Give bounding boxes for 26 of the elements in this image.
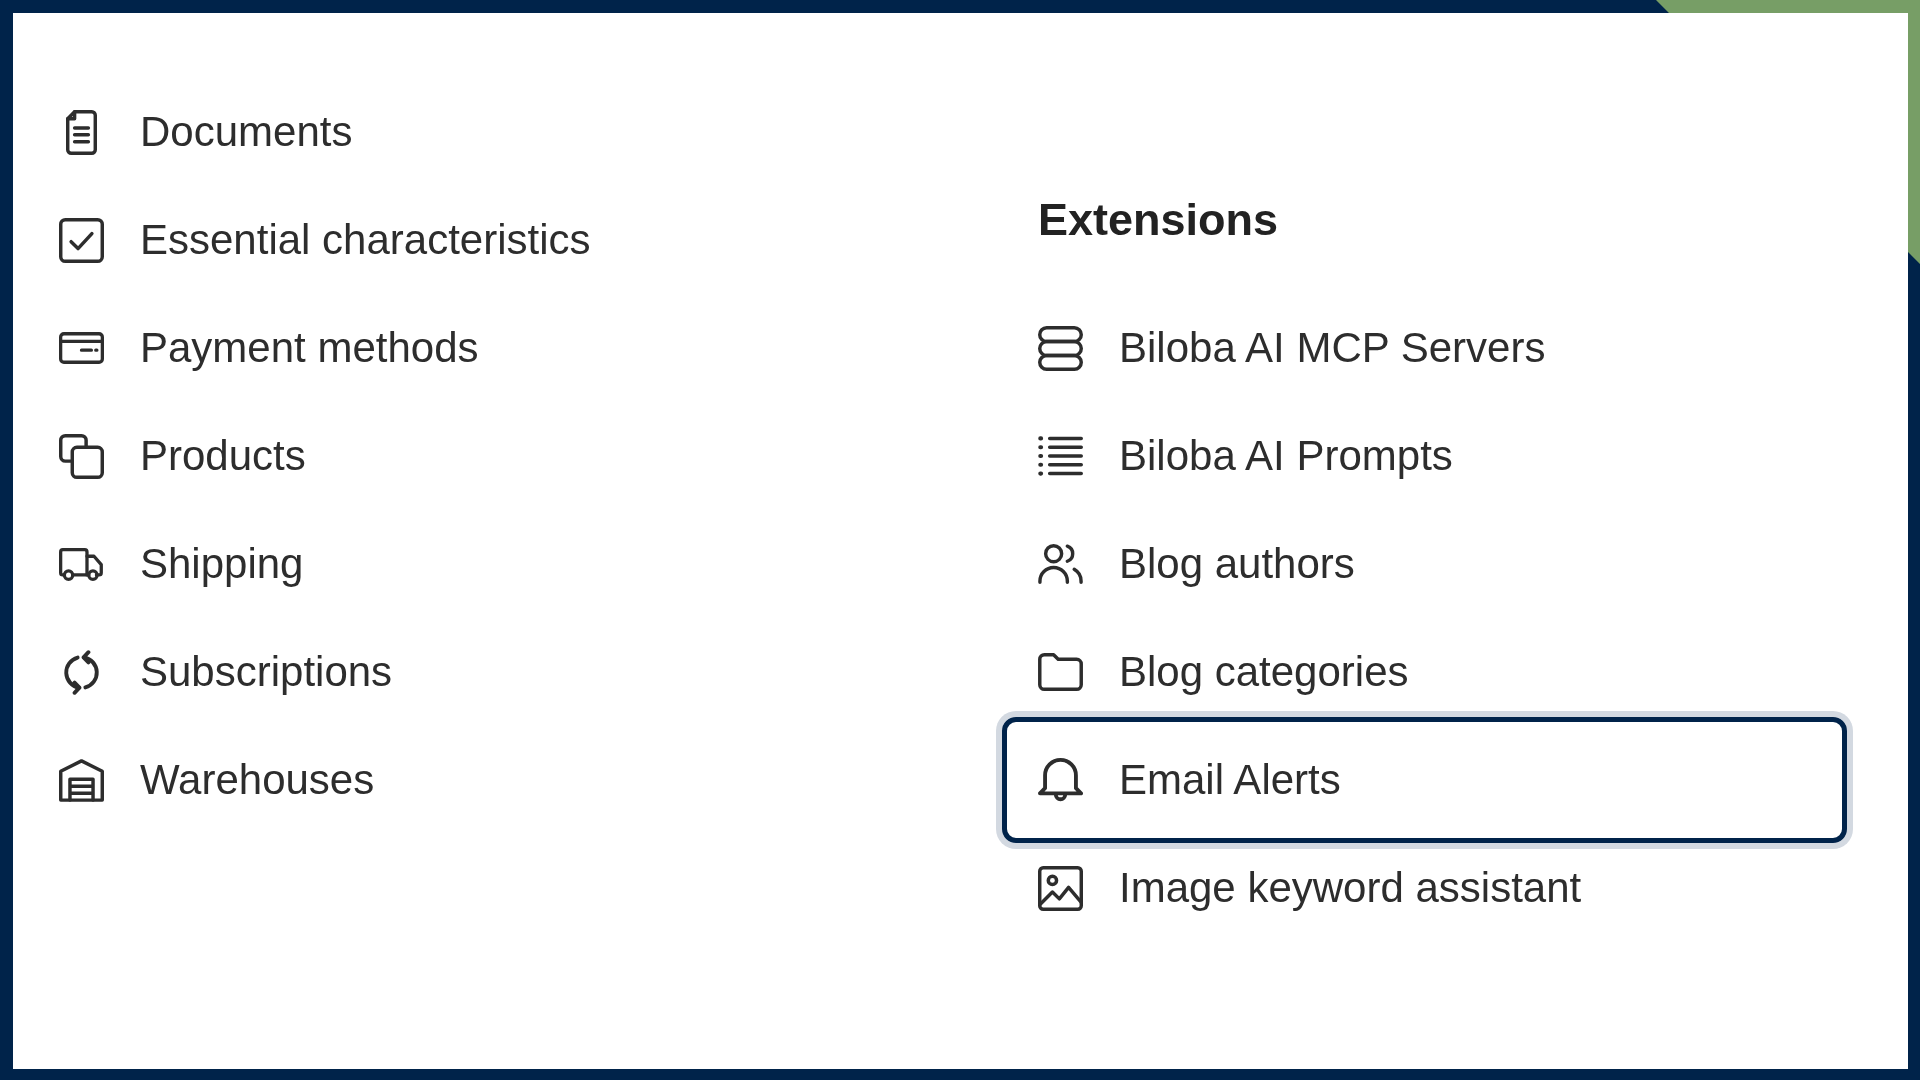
extension-link[interactable]: Blog authors [1002, 525, 1847, 603]
extension-link[interactable]: Blog categories [1002, 633, 1847, 711]
list-icon [1038, 436, 1083, 476]
users-icon [1038, 544, 1083, 584]
folder-icon [1038, 653, 1083, 691]
checkbox-icon [59, 217, 104, 263]
menu-link[interactable]: Warehouses [23, 741, 400, 819]
menu-link[interactable]: Shipping [23, 525, 329, 603]
extension-link[interactable]: Biloba AI MCP Servers [1002, 309, 1847, 387]
section-heading: Extensions [1037, 193, 1280, 247]
menu-link[interactable]: Subscriptions [23, 633, 418, 711]
menu-link[interactable]: Payment methods [23, 309, 504, 387]
credit-card-icon [59, 332, 104, 364]
document-icon [66, 109, 97, 155]
menu-link[interactable]: Products [23, 417, 331, 495]
image-icon [1038, 865, 1083, 911]
refresh-icon [64, 649, 99, 695]
menu-link[interactable]: Essential characteristics [23, 201, 616, 279]
extension-link[interactable]: Biloba AI Prompts [1002, 417, 1847, 495]
warehouse-icon [59, 758, 104, 802]
truck-icon [59, 547, 104, 581]
extension-link[interactable]: Image keyword assistant [1002, 849, 1847, 927]
copy-icon [59, 433, 104, 479]
menu-link[interactable]: Documents [23, 93, 378, 171]
database-icon [1038, 325, 1083, 371]
bell-icon [1038, 757, 1083, 803]
